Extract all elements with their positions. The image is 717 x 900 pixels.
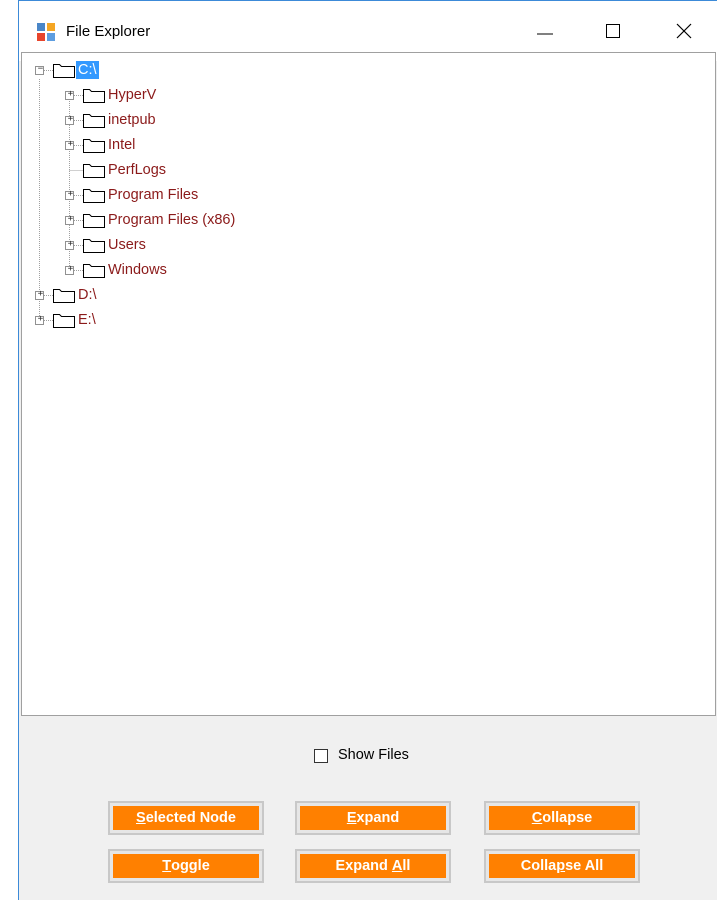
folder-icon bbox=[83, 239, 105, 253]
folder-icon bbox=[83, 164, 105, 178]
button-label: oggle bbox=[171, 858, 210, 874]
tree-node-label: Windows bbox=[108, 262, 167, 278]
mnemonic: E bbox=[346, 810, 357, 826]
tree-node-program-files-x86[interactable]: + Program Files (x86) bbox=[65, 211, 305, 231]
tree-node-label: inetpub bbox=[108, 112, 156, 128]
button-label: xpand bbox=[356, 810, 400, 826]
tree-node-users[interactable]: + Users bbox=[65, 236, 265, 256]
tree-node-perflogs[interactable]: PerfLogs bbox=[65, 161, 265, 181]
tree-node-label: Users bbox=[108, 237, 146, 253]
tree-node-windows[interactable]: + Windows bbox=[65, 261, 265, 281]
folder-icon bbox=[83, 89, 105, 103]
folder-icon bbox=[53, 64, 75, 78]
checkbox-box[interactable] bbox=[314, 749, 328, 763]
expand-toggle-icon[interactable]: + bbox=[65, 189, 74, 200]
expand-button[interactable]: Expand bbox=[295, 801, 451, 835]
button-label: se All bbox=[565, 858, 604, 874]
maximize-button[interactable] bbox=[590, 13, 636, 49]
toggle-button[interactable]: Toggle bbox=[108, 849, 264, 883]
file-explorer-window: File Explorer − C:\ + HyperV + inetpub +… bbox=[18, 0, 717, 900]
expand-all-button[interactable]: Expand All bbox=[295, 849, 451, 883]
expand-toggle-icon[interactable]: + bbox=[35, 314, 44, 325]
folder-icon bbox=[83, 214, 105, 228]
tree-node-label: Program Files bbox=[108, 187, 199, 203]
selected-node-button[interactable]: Selected Node bbox=[108, 801, 264, 835]
tree-node-c-drive[interactable]: − C:\ bbox=[35, 61, 145, 81]
button-label: ll bbox=[402, 858, 411, 874]
folder-icon bbox=[53, 314, 75, 328]
folder-icon bbox=[83, 264, 105, 278]
folder-icon bbox=[83, 189, 105, 203]
close-button[interactable] bbox=[661, 13, 707, 49]
folder-icon bbox=[83, 114, 105, 128]
tree-node-label: Intel bbox=[108, 137, 136, 153]
collapse-all-button[interactable]: Colla p se All bbox=[484, 849, 640, 883]
expand-toggle-icon[interactable]: + bbox=[65, 114, 74, 125]
expand-toggle-icon[interactable]: + bbox=[65, 139, 74, 150]
tree-node-label: Program Files (x86) bbox=[108, 212, 236, 228]
expand-toggle-icon[interactable]: + bbox=[35, 289, 44, 300]
expand-toggle-icon[interactable]: + bbox=[65, 239, 74, 250]
mnemonic: A bbox=[391, 858, 403, 874]
mnemonic: S bbox=[136, 810, 146, 826]
button-label: Expand bbox=[335, 858, 392, 874]
minimize-button[interactable] bbox=[522, 13, 568, 49]
folder-icon bbox=[53, 289, 75, 303]
mnemonic: p bbox=[556, 858, 566, 874]
button-label: Colla bbox=[520, 858, 557, 874]
tree-node-label: HyperV bbox=[108, 87, 157, 103]
folder-tree-view[interactable]: − C:\ + HyperV + inetpub + Intel PerfLog… bbox=[21, 52, 716, 716]
tree-node-e-drive[interactable]: + E:\ bbox=[35, 311, 185, 331]
tree-node-label: PerfLogs bbox=[108, 162, 167, 178]
button-label: ollapse bbox=[542, 810, 593, 826]
show-files-label: Show Files bbox=[338, 747, 409, 763]
tree-node-label: D:\ bbox=[78, 287, 97, 303]
button-label: elected Node bbox=[145, 810, 236, 826]
expand-toggle-icon[interactable]: + bbox=[65, 264, 74, 275]
tree-node-program-files[interactable]: + Program Files bbox=[65, 186, 285, 206]
expand-toggle-icon[interactable]: + bbox=[65, 89, 74, 100]
expand-toggle-icon[interactable]: + bbox=[65, 214, 74, 225]
minimize-icon bbox=[537, 33, 553, 35]
tree-node-label: E:\ bbox=[78, 312, 96, 328]
folder-icon bbox=[83, 139, 105, 153]
mnemonic: T bbox=[162, 858, 172, 874]
mnemonic: C bbox=[531, 810, 543, 826]
tree-node-inetpub[interactable]: + inetpub bbox=[65, 111, 265, 131]
tree-node-d-drive[interactable]: + D:\ bbox=[35, 286, 185, 306]
close-icon bbox=[676, 23, 692, 39]
tree-node-intel[interactable]: + Intel bbox=[65, 136, 265, 156]
collapse-button[interactable]: Collapse bbox=[484, 801, 640, 835]
window-title: File Explorer bbox=[66, 23, 151, 40]
maximize-icon bbox=[606, 24, 620, 38]
collapse-toggle-icon[interactable]: − bbox=[35, 64, 44, 75]
tree-node-label: C:\ bbox=[76, 61, 99, 79]
tree-node-hyperv[interactable]: + HyperV bbox=[65, 86, 265, 106]
app-window-icon bbox=[37, 23, 55, 41]
